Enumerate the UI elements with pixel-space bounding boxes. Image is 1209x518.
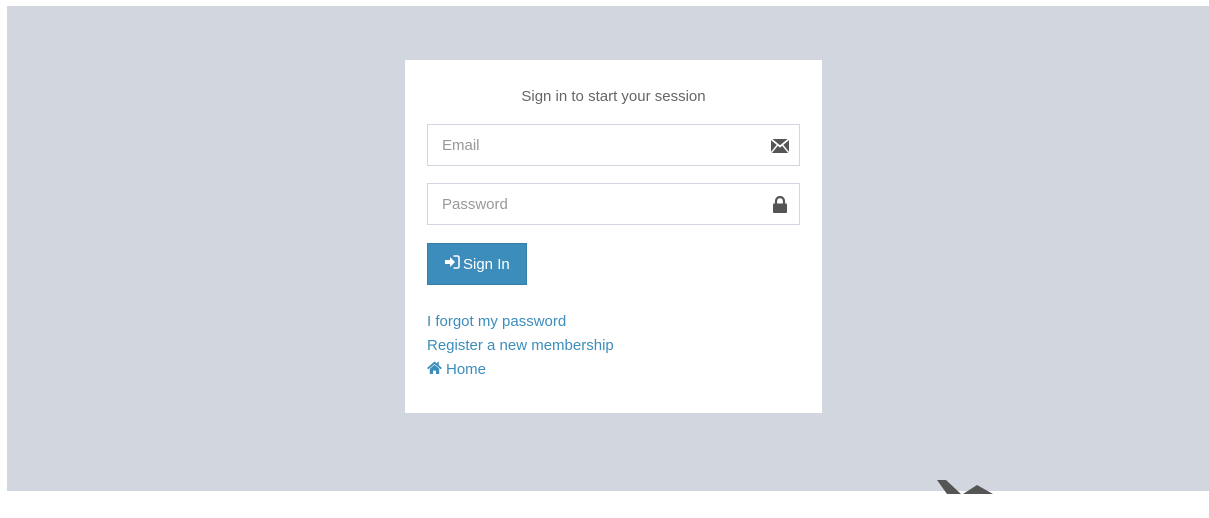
email-field: [427, 124, 800, 166]
envelope-icon: [770, 136, 789, 155]
password-field: [427, 183, 800, 225]
sign-in-button[interactable]: Sign In: [427, 243, 527, 285]
sign-in-label: Sign In: [463, 255, 510, 273]
home-icon: [427, 358, 442, 382]
lock-icon: [770, 195, 789, 214]
home-link[interactable]: Home: [427, 358, 486, 382]
login-box-message: Sign in to start your session: [521, 88, 706, 105]
register-label: Register a new membership: [427, 337, 614, 354]
email-input[interactable]: [428, 125, 799, 165]
register-link[interactable]: Register a new membership: [427, 334, 614, 358]
page-background: Sign in to start your session Email Sign…: [7, 6, 1209, 494]
sign-in-icon: [445, 255, 460, 273]
password-input[interactable]: [428, 184, 799, 224]
forgot-password-link[interactable]: I forgot my password: [427, 310, 566, 334]
mouse-cursor: [937, 480, 993, 499]
home-label: Home: [446, 361, 487, 378]
forgot-password-label: I forgot my password: [427, 313, 567, 330]
login-box: Sign in to start your session Email Sign…: [405, 60, 822, 413]
login-links: I forgot my password Register a new memb…: [427, 310, 800, 382]
